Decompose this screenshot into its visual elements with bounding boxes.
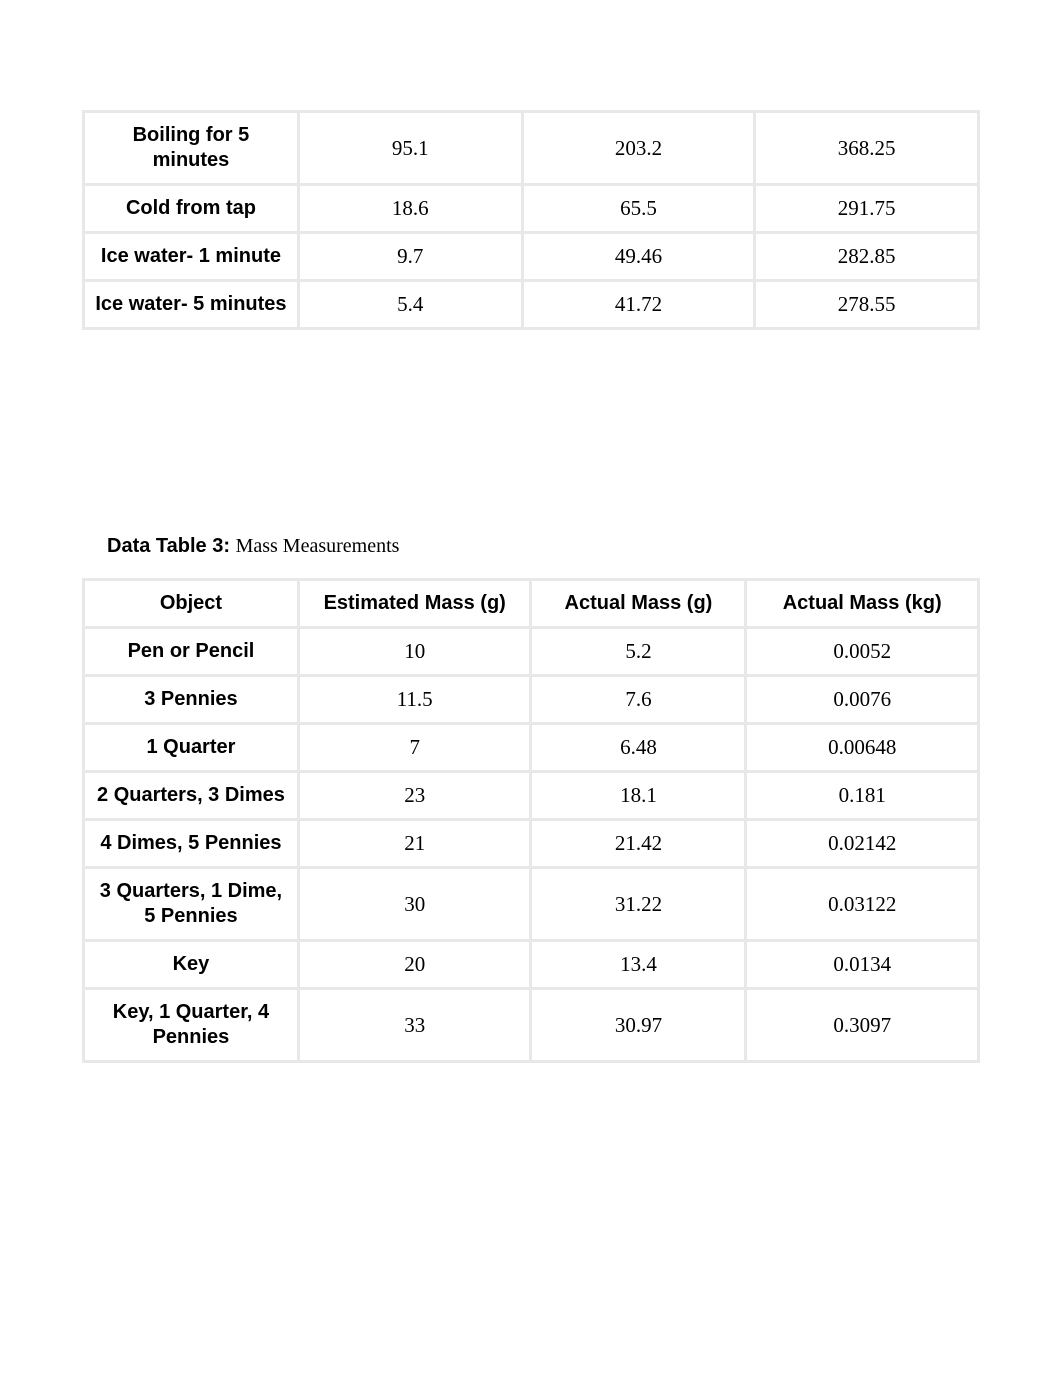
cell-value: 41.72 [524,282,754,327]
table-row: Ice water- 1 minute 9.7 49.46 282.85 [85,234,977,279]
cell-value: 5.4 [300,282,521,327]
cell-value: 10 [300,629,530,674]
column-header-estimated: Estimated Mass (g) [300,581,530,626]
cell-value: 30 [300,869,530,939]
cell-value: 0.0076 [747,677,977,722]
cell-value: 21.42 [532,821,744,866]
row-label: Pen or Pencil [85,629,297,674]
column-header-object: Object [85,581,297,626]
row-label: 1 Quarter [85,725,297,770]
table-header-row: Object Estimated Mass (g) Actual Mass (g… [85,581,977,626]
table-row: Cold from tap 18.6 65.5 291.75 [85,186,977,231]
cell-value: 31.22 [532,869,744,939]
cell-value: 11.5 [300,677,530,722]
cell-value: 0.02142 [747,821,977,866]
cell-value: 18.1 [532,773,744,818]
table-row: 3 Pennies 11.5 7.6 0.0076 [85,677,977,722]
table-row: 3 Quarters, 1 Dime, 5 Pennies 30 31.22 0… [85,869,977,939]
row-label: 4 Dimes, 5 Pennies [85,821,297,866]
caption-bold: Data Table 3: [107,535,236,557]
cell-value: 291.75 [756,186,977,231]
cell-value: 95.1 [300,113,521,183]
cell-value: 18.6 [300,186,521,231]
row-label: Ice water- 1 minute [85,234,297,279]
row-label: 3 Quarters, 1 Dime, 5 Pennies [85,869,297,939]
cell-value: 7 [300,725,530,770]
cell-value: 49.46 [524,234,754,279]
cell-value: 368.25 [756,113,977,183]
cell-value: 0.00648 [747,725,977,770]
cell-value: 0.0052 [747,629,977,674]
table-row: 1 Quarter 7 6.48 0.00648 [85,725,977,770]
cell-value: 23 [300,773,530,818]
cell-value: 30.97 [532,990,744,1060]
mass-measurements-table: Object Estimated Mass (g) Actual Mass (g… [82,578,980,1063]
row-label: 2 Quarters, 3 Dimes [85,773,297,818]
cell-value: 0.0134 [747,942,977,987]
table-row: Key 20 13.4 0.0134 [85,942,977,987]
cell-value: 0.181 [747,773,977,818]
cell-value: 0.3097 [747,990,977,1060]
table-row: 4 Dimes, 5 Pennies 21 21.42 0.02142 [85,821,977,866]
cell-value: 7.6 [532,677,744,722]
row-label: Key, 1 Quarter, 4 Pennies [85,990,297,1060]
column-header-actual-g: Actual Mass (g) [532,581,744,626]
cell-value: 5.2 [532,629,744,674]
row-label: Boiling for 5 minutes [85,113,297,183]
row-label: Key [85,942,297,987]
table3-caption: Data Table 3: Mass Measurements [107,535,980,558]
cell-value: 33 [300,990,530,1060]
row-label: 3 Pennies [85,677,297,722]
temperature-table: Boiling for 5 minutes 95.1 203.2 368.25 … [82,110,980,330]
cell-value: 282.85 [756,234,977,279]
table-row: Pen or Pencil 10 5.2 0.0052 [85,629,977,674]
row-label: Ice water- 5 minutes [85,282,297,327]
cell-value: 6.48 [532,725,744,770]
cell-value: 278.55 [756,282,977,327]
cell-value: 13.4 [532,942,744,987]
table-row: Boiling for 5 minutes 95.1 203.2 368.25 [85,113,977,183]
cell-value: 65.5 [524,186,754,231]
column-header-actual-kg: Actual Mass (kg) [747,581,977,626]
table-row: Ice water- 5 minutes 5.4 41.72 278.55 [85,282,977,327]
table-row: Key, 1 Quarter, 4 Pennies 33 30.97 0.309… [85,990,977,1060]
table-row: 2 Quarters, 3 Dimes 23 18.1 0.181 [85,773,977,818]
cell-value: 9.7 [300,234,521,279]
cell-value: 21 [300,821,530,866]
cell-value: 203.2 [524,113,754,183]
row-label: Cold from tap [85,186,297,231]
cell-value: 20 [300,942,530,987]
caption-rest: Mass Measurements [236,535,400,557]
cell-value: 0.03122 [747,869,977,939]
